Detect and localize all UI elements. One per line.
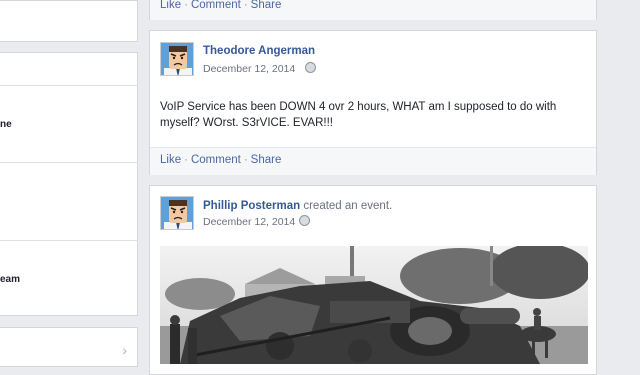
previous-post-card: Like · Comment · Share — [149, 0, 597, 20]
action-separator: · — [184, 154, 188, 166]
post-author[interactable]: Theodore Angerman — [203, 45, 315, 57]
action-separator: · — [184, 0, 188, 11]
angry-face-icon — [161, 197, 193, 229]
sidebar-card-bottom[interactable]: › — [0, 327, 138, 367]
comment-link[interactable]: Comment — [191, 0, 241, 11]
post-date-text[interactable]: December 12, 2014 — [203, 63, 295, 75]
post-card: Theodore Angerman December 12, 2014 VoIP… — [149, 30, 597, 175]
post-text: VoIP Service has been DOWN 4 ovr 2 hours… — [160, 101, 557, 129]
post-date[interactable]: December 12, 2014 — [203, 62, 317, 75]
post-author-line: Phillip Posterman created an event. — [203, 200, 392, 212]
like-link[interactable]: Like — [160, 0, 181, 11]
action-separator: · — [243, 0, 248, 11]
avatar[interactable] — [160, 196, 194, 230]
post-photo[interactable] — [160, 246, 588, 364]
post-date-text[interactable]: December 12, 2014 — [203, 216, 295, 228]
globe-icon — [299, 215, 311, 226]
angry-face-icon — [161, 43, 193, 75]
chevron-right-icon[interactable]: › — [122, 342, 127, 358]
share-link[interactable]: Share — [251, 0, 282, 11]
comment-link[interactable]: Comment — [191, 154, 241, 166]
post-verb: created an event. — [303, 200, 393, 212]
post-date[interactable]: December 12, 2014 — [203, 215, 311, 228]
post-author[interactable]: Phillip Posterman — [203, 200, 300, 212]
sidebar-card-top — [0, 0, 138, 42]
share-link[interactable]: Share — [251, 154, 282, 166]
sidebar-divider — [0, 162, 138, 163]
like-link[interactable]: Like — [160, 154, 181, 166]
action-separator: · — [243, 154, 248, 166]
sidebar-divider — [0, 85, 138, 86]
sidebar-card-main: ne eam — [0, 52, 138, 316]
post-actions: Like · Comment · Share — [150, 147, 596, 175]
sidebar-item-label[interactable]: ne — [0, 119, 12, 130]
globe-icon — [305, 62, 317, 73]
train-wreck-photo — [160, 246, 588, 364]
avatar[interactable] — [160, 42, 194, 76]
sidebar-item-label[interactable]: eam — [0, 274, 20, 285]
left-sidebar: ne eam › — [0, 0, 139, 367]
sidebar-divider — [0, 240, 138, 241]
post-actions: Like · Comment · Share — [150, 0, 596, 20]
post-card: Phillip Posterman created an event. Dece… — [149, 185, 597, 375]
